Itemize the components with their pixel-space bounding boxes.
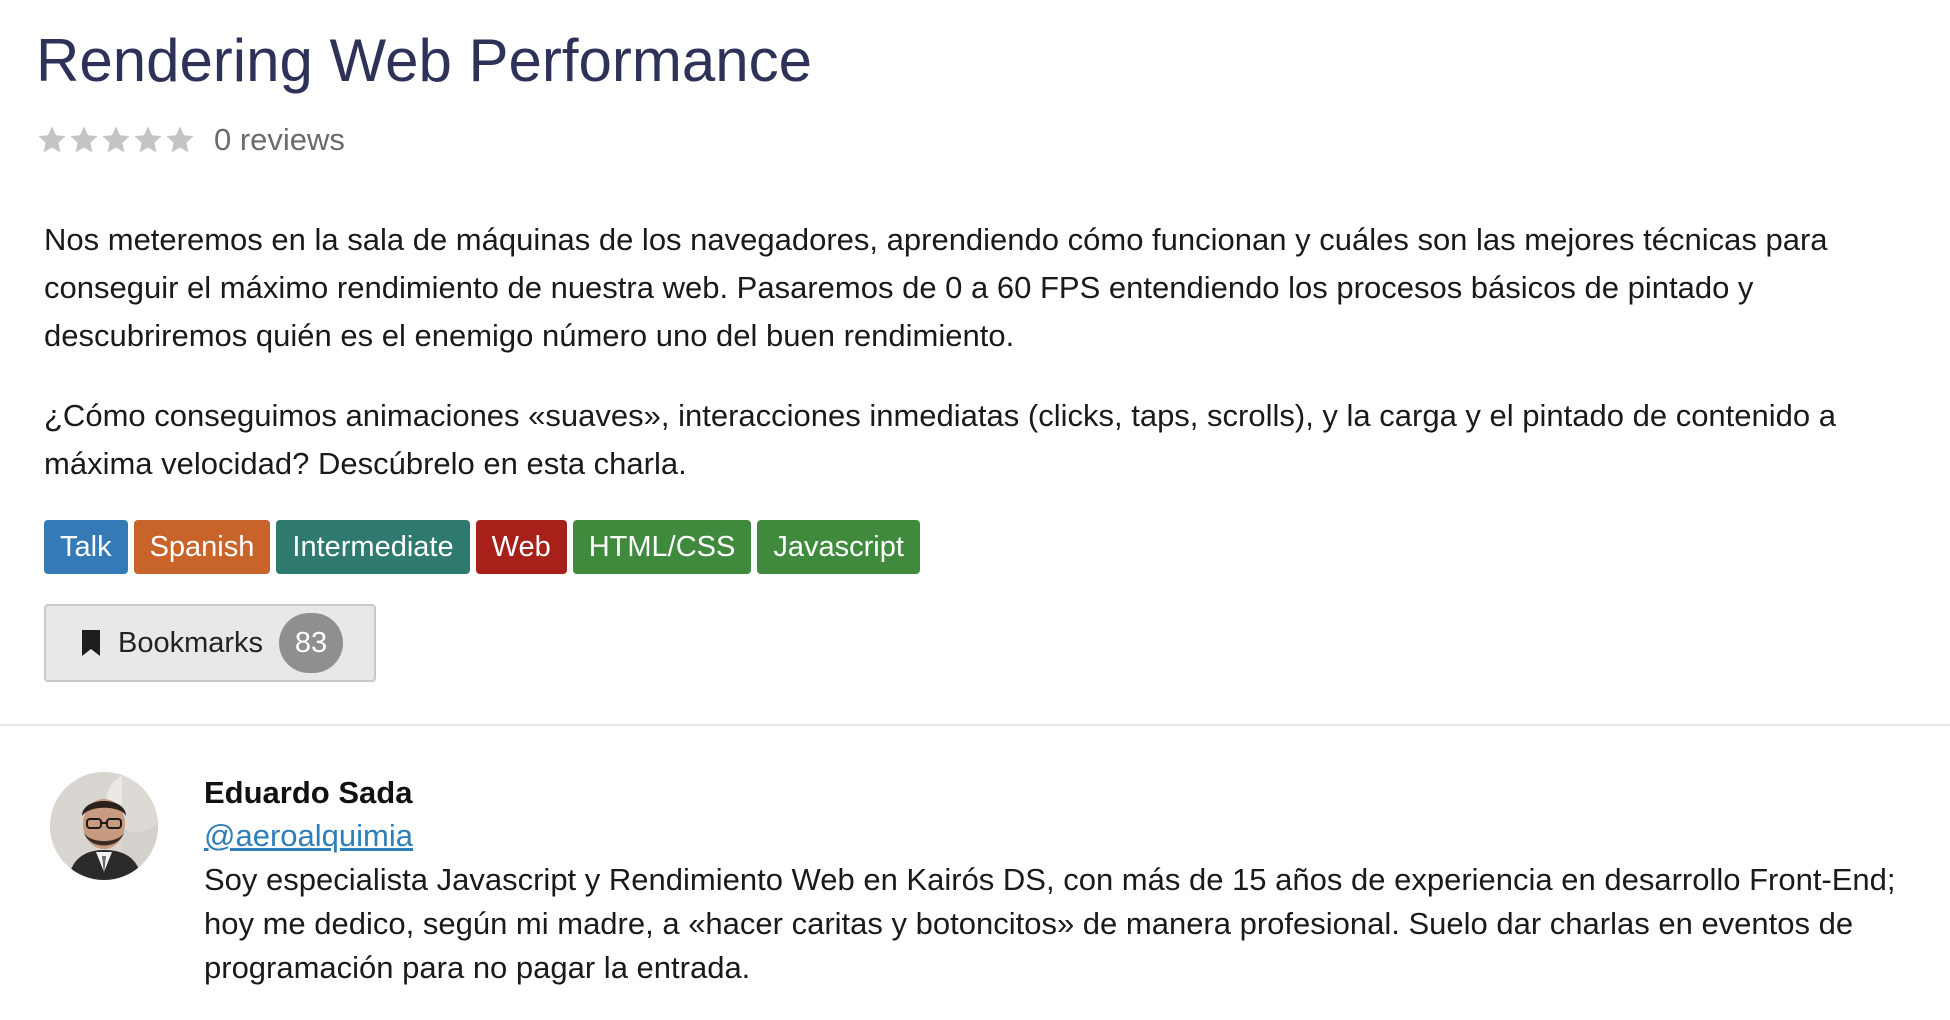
talk-title: Rendering Web Performance <box>36 27 812 94</box>
tag-list: Talk Spanish Intermediate Web HTML/CSS J… <box>44 520 920 574</box>
star-icon[interactable] <box>36 124 68 156</box>
tag-web[interactable]: Web <box>475 520 567 574</box>
tag-spanish[interactable]: Spanish <box>133 520 271 574</box>
star-icon[interactable] <box>100 124 132 156</box>
bookmarks-count-badge: 83 <box>279 613 344 673</box>
rating: 0 reviews <box>36 122 345 158</box>
speaker-info: Eduardo Sada @aeroalquimia Soy especiali… <box>204 772 1924 990</box>
star-icon[interactable] <box>132 124 164 156</box>
speaker-name: Eduardo Sada <box>204 775 413 810</box>
tag-html-css[interactable]: HTML/CSS <box>572 520 752 574</box>
section-divider <box>0 724 1950 726</box>
talk-description: Nos meteremos en la sala de máquinas de … <box>44 216 1904 488</box>
star-icon[interactable] <box>164 124 196 156</box>
bookmarks-label: Bookmarks <box>118 626 264 659</box>
bookmarks-button[interactable]: Bookmarks 83 <box>44 604 376 682</box>
speaker-bio: Soy especialista Javascript y Rendimient… <box>204 862 1896 985</box>
rating-stars[interactable] <box>36 124 196 156</box>
speaker-handle-link[interactable]: @aeroalquimia <box>204 814 413 858</box>
tag-intermediate[interactable]: Intermediate <box>276 520 470 574</box>
reviews-count: 0 reviews <box>214 122 345 157</box>
tag-javascript[interactable]: Javascript <box>757 520 920 574</box>
avatar[interactable] <box>50 772 158 880</box>
avatar-image <box>50 772 158 880</box>
star-icon[interactable] <box>68 124 100 156</box>
tag-talk[interactable]: Talk <box>44 520 128 574</box>
bookmark-icon <box>82 630 100 656</box>
description-paragraph: ¿Cómo conseguimos animaciones «suaves», … <box>44 398 1836 481</box>
description-paragraph: Nos meteremos en la sala de máquinas de … <box>44 222 1828 353</box>
